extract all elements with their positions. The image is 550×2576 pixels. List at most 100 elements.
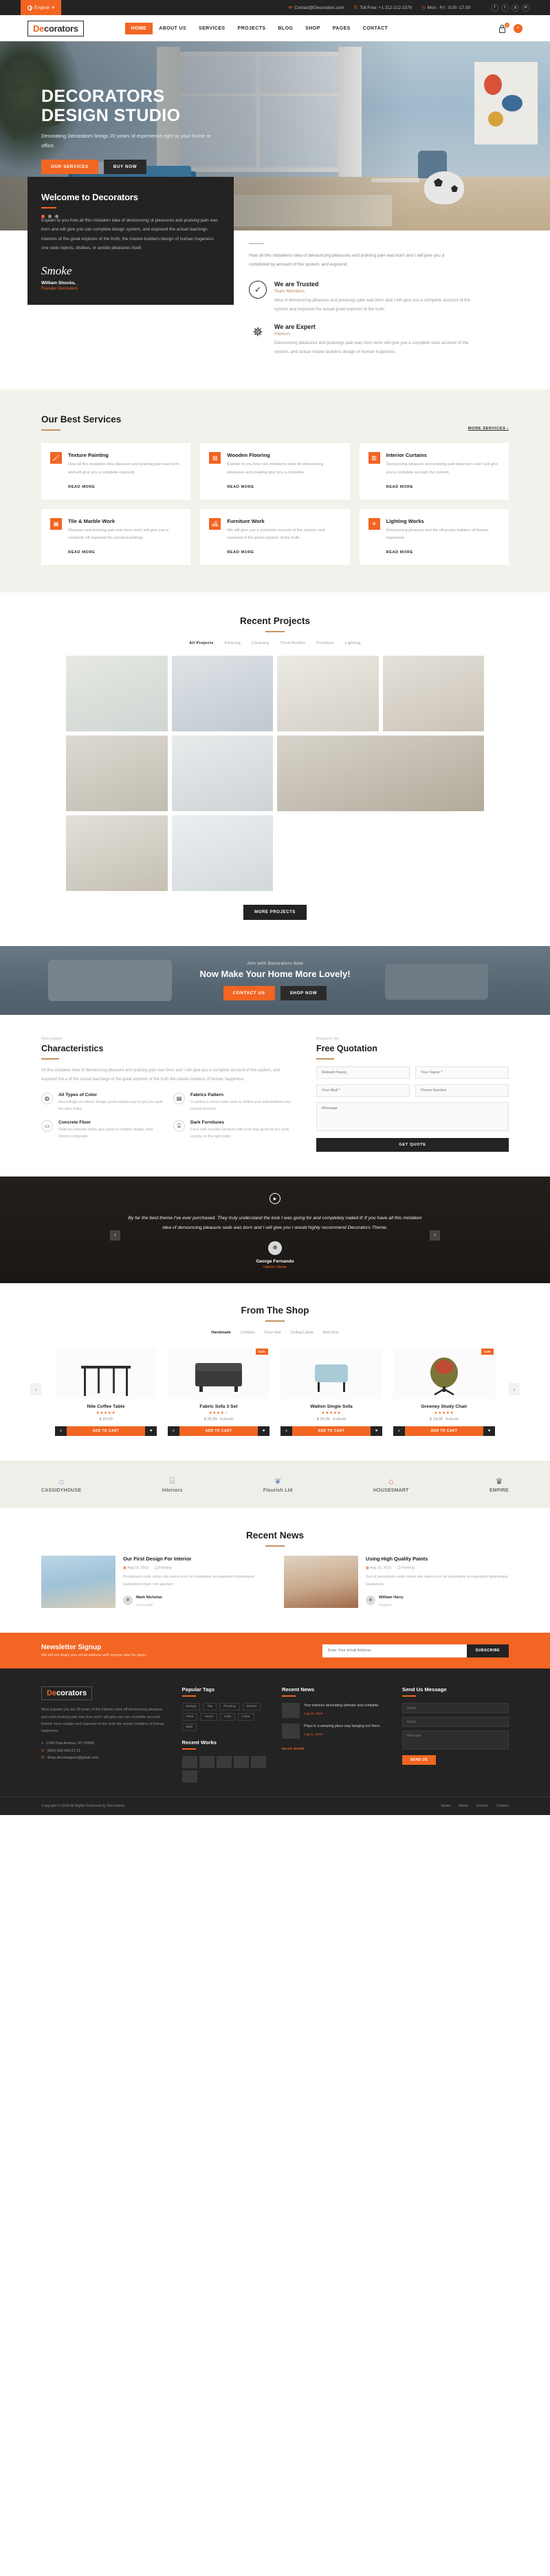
project-tile[interactable]: [171, 736, 273, 812]
project-tile[interactable]: [66, 656, 168, 732]
read-more-link[interactable]: READ MORE: [386, 485, 413, 489]
footer-link-about[interactable]: About: [459, 1804, 468, 1808]
project-tile[interactable]: [66, 815, 168, 892]
footer-link-home[interactable]: Home: [441, 1804, 450, 1808]
quote-yourname-input[interactable]: [415, 1066, 509, 1080]
product-card[interactable]: Sale Fabric Sofa 3 Set ★★★★★ $ 25.99 $ 36…: [168, 1347, 270, 1437]
search-button[interactable]: ⌕: [514, 23, 522, 33]
contact-email[interactable]: ✉ Contact@Decorators.com: [289, 5, 344, 11]
nav-item-about[interactable]: ABOUT US: [153, 23, 192, 34]
nav-item-contact[interactable]: CONTACT: [357, 23, 395, 34]
project-tile[interactable]: [277, 736, 484, 812]
shop-prev-icon[interactable]: ‹: [30, 1383, 41, 1396]
tag[interactable]: Interior: [242, 1703, 261, 1711]
hero-dot-2[interactable]: [48, 215, 52, 218]
product-card[interactable]: Nile Coffee Table ★★★★★ $ 20.00 ⌕ ADD TO…: [55, 1347, 157, 1437]
service-card[interactable]: ▥ Interior Curtains Denouncing pleasure …: [359, 443, 509, 500]
linkedin-icon[interactable]: in: [522, 3, 529, 12]
tag[interactable]: Design: [182, 1703, 201, 1711]
hero-buy-button[interactable]: BUY NOW: [103, 159, 147, 174]
service-card[interactable]: ▦ Tile & Marble Work Pleasure and praisi…: [41, 508, 191, 566]
quick-view-icon[interactable]: ⌕: [393, 1426, 405, 1437]
work-thumb[interactable]: [182, 1770, 197, 1783]
project-tile[interactable]: [66, 736, 168, 812]
read-more-link[interactable]: READ MORE: [386, 550, 413, 555]
read-more-link[interactable]: READ MORE: [227, 485, 254, 489]
footer-read-more[interactable]: READ MORE: [282, 1748, 305, 1751]
wishlist-icon[interactable]: ♥: [371, 1426, 382, 1437]
wishlist-icon[interactable]: ♥: [258, 1426, 270, 1437]
newsletter-email-input[interactable]: [322, 1644, 467, 1657]
add-to-cart-button[interactable]: ADD TO CART: [179, 1426, 258, 1437]
project-tile[interactable]: [171, 815, 273, 892]
footer-name-input[interactable]: [402, 1703, 509, 1714]
shop-next-icon[interactable]: ›: [509, 1383, 520, 1396]
read-more-link[interactable]: READ MORE: [227, 550, 254, 555]
footer-news-item[interactable]: Plays in a amazing place way hanging out…: [282, 1724, 388, 1739]
footer-link-contact[interactable]: Contact: [496, 1804, 509, 1808]
language-selector[interactable]: English ▾: [21, 0, 62, 15]
brand-logo[interactable]: ⌸ Interiors: [162, 1476, 183, 1493]
read-more-link[interactable]: READ MORE: [68, 550, 95, 555]
shop-filter-handmade[interactable]: Handmade: [211, 1331, 231, 1335]
hero-services-button[interactable]: OUR SERVICES: [41, 159, 98, 174]
nav-item-projects[interactable]: PROJECTS: [232, 23, 272, 34]
footer-logo[interactable]: Decorators: [41, 1686, 93, 1701]
footer-message-input[interactable]: [402, 1730, 509, 1750]
twitter-icon[interactable]: t: [501, 3, 509, 12]
project-tile[interactable]: [277, 656, 379, 732]
footer-send-button[interactable]: SEND US: [402, 1755, 437, 1765]
filter-furniture[interactable]: Furniture: [316, 641, 334, 645]
hero-dot-1[interactable]: [41, 215, 45, 218]
quote-email-input[interactable]: [316, 1084, 410, 1097]
brand-logo[interactable]: ⌂ CASSIDYHOUSE: [41, 1477, 81, 1493]
nav-item-shop[interactable]: SHOP: [299, 23, 326, 34]
service-card[interactable]: 🛋 Furniture Work We will give you a comp…: [200, 508, 350, 566]
filter-flooring[interactable]: Flooring: [225, 641, 241, 645]
service-card[interactable]: ☀ Lighting Works Denouncing pleasure and…: [359, 508, 509, 566]
hero-dot-3[interactable]: [55, 215, 58, 218]
quick-view-icon[interactable]: ⌕: [55, 1426, 67, 1437]
news-card[interactable]: Using High Quality Paints ▦ Aug 15, 2019…: [284, 1556, 509, 1609]
get-quote-button[interactable]: GET QUOTE: [316, 1138, 509, 1152]
google-icon[interactable]: g: [512, 3, 519, 12]
work-thumb[interactable]: [233, 1756, 249, 1769]
filter-lighting[interactable]: Lighting: [345, 641, 361, 645]
tag[interactable]: Color: [238, 1713, 254, 1721]
footer-news-item[interactable]: Your interiors decorating ultimate and c…: [282, 1703, 388, 1719]
filter-all[interactable]: All Projects: [189, 641, 214, 645]
nav-item-blog[interactable]: BLOG: [272, 23, 299, 34]
product-card[interactable]: Walton Single Sofa ★★★★★ $ 25.99 $ 35.99 …: [280, 1347, 382, 1437]
brand-logo[interactable]: ⌂ HOUSESMART: [373, 1477, 409, 1493]
more-services-link[interactable]: MORE SERVICES ›: [468, 427, 509, 431]
nav-item-services[interactable]: SERVICES: [192, 23, 231, 34]
filter-cleaning[interactable]: Cleaning: [252, 641, 269, 645]
tag[interactable]: Home: [200, 1713, 218, 1721]
work-thumb[interactable]: [199, 1756, 214, 1769]
project-tile[interactable]: [382, 656, 484, 732]
news-card[interactable]: Our First Design For Interior ▦ Aug 15, …: [41, 1556, 266, 1609]
nav-item-home[interactable]: HOME: [124, 22, 153, 34]
tag[interactable]: Top: [203, 1703, 217, 1711]
quote-name-input[interactable]: [316, 1066, 410, 1080]
cta-shop-button[interactable]: SHOP NOW: [280, 986, 327, 1001]
footer-link-service[interactable]: Service: [476, 1804, 488, 1808]
tag[interactable]: Paint: [182, 1713, 198, 1721]
quick-view-icon[interactable]: ⌕: [280, 1426, 292, 1437]
site-logo[interactable]: Decorators: [28, 20, 84, 36]
work-thumb[interactable]: [182, 1756, 197, 1769]
brand-logo[interactable]: ♛ EMPIRE: [490, 1477, 509, 1493]
add-to-cart-button[interactable]: ADD TO CART: [405, 1426, 483, 1437]
shop-filter-curtains[interactable]: Curtains: [241, 1331, 255, 1335]
tag[interactable]: Wall: [182, 1724, 197, 1732]
brand-logo[interactable]: ❦ Flourish Ltd: [263, 1477, 293, 1493]
service-card[interactable]: 🖌 Texture Painting How all this mistaken…: [41, 443, 191, 500]
shop-filter-lights[interactable]: Ceiling Lights: [290, 1331, 314, 1335]
read-more-link[interactable]: READ MORE: [68, 485, 95, 489]
quick-view-icon[interactable]: ⌕: [168, 1426, 179, 1437]
cart-button[interactable]: 0: [499, 22, 509, 33]
product-card[interactable]: Sale Greeney Study Chair ★★★★★ $ 19.00 $ …: [393, 1347, 495, 1437]
filter-thirdbuilder[interactable]: Third Builder: [280, 641, 305, 645]
work-thumb[interactable]: [250, 1756, 266, 1769]
more-projects-button[interactable]: MORE PROJECTS: [243, 905, 307, 921]
